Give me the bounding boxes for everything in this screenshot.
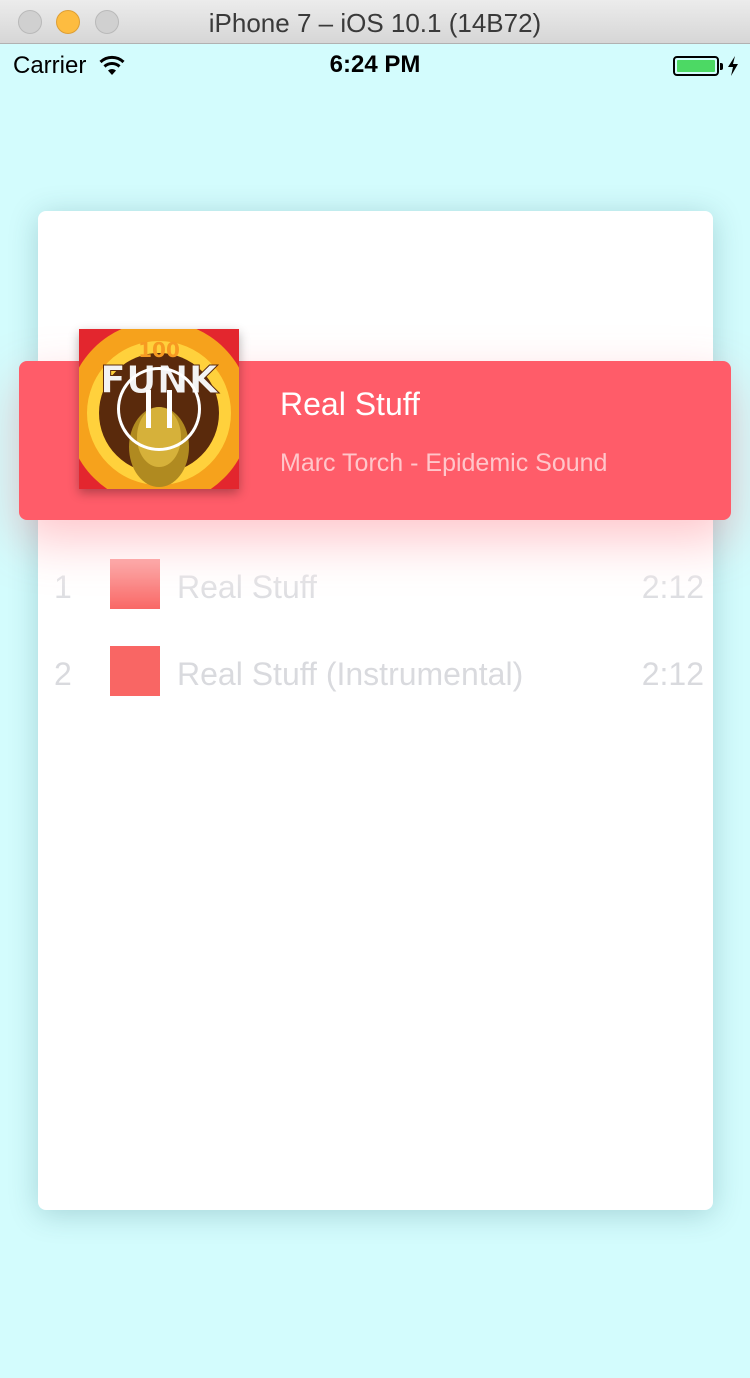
track-number: 1 — [54, 569, 72, 605]
track-title: Real Stuff (Instrumental) — [177, 656, 524, 692]
track-title: Real Stuff — [177, 569, 317, 605]
battery-icon — [673, 56, 723, 76]
track-row[interactable]: 2 Real Stuff (Instrumental) 2:12 — [38, 646, 713, 706]
track-thumbnail — [110, 646, 160, 696]
pause-button[interactable] — [117, 367, 201, 451]
track-number: 2 — [54, 656, 72, 692]
track-thumbnail — [110, 559, 160, 609]
simulator-title-bar: iPhone 7 – iOS 10.1 (14B72) — [0, 0, 750, 44]
charging-bolt-icon — [728, 56, 738, 76]
track-row[interactable]: 1 Real Stuff 2:12 — [38, 559, 713, 619]
now-playing-artist: Marc Torch - Epidemic Sound — [280, 449, 608, 477]
pause-icon — [146, 390, 151, 428]
track-duration: 2:12 — [641, 569, 704, 605]
status-time: 6:24 PM — [329, 51, 421, 78]
pause-icon-bar — [167, 390, 172, 428]
now-playing-title: Real Stuff — [280, 386, 420, 422]
track-duration: 2:12 — [641, 656, 704, 692]
window-title: iPhone 7 – iOS 10.1 (14B72) — [208, 8, 542, 38]
status-bar: Carrier 6:24 PM — [0, 44, 750, 84]
